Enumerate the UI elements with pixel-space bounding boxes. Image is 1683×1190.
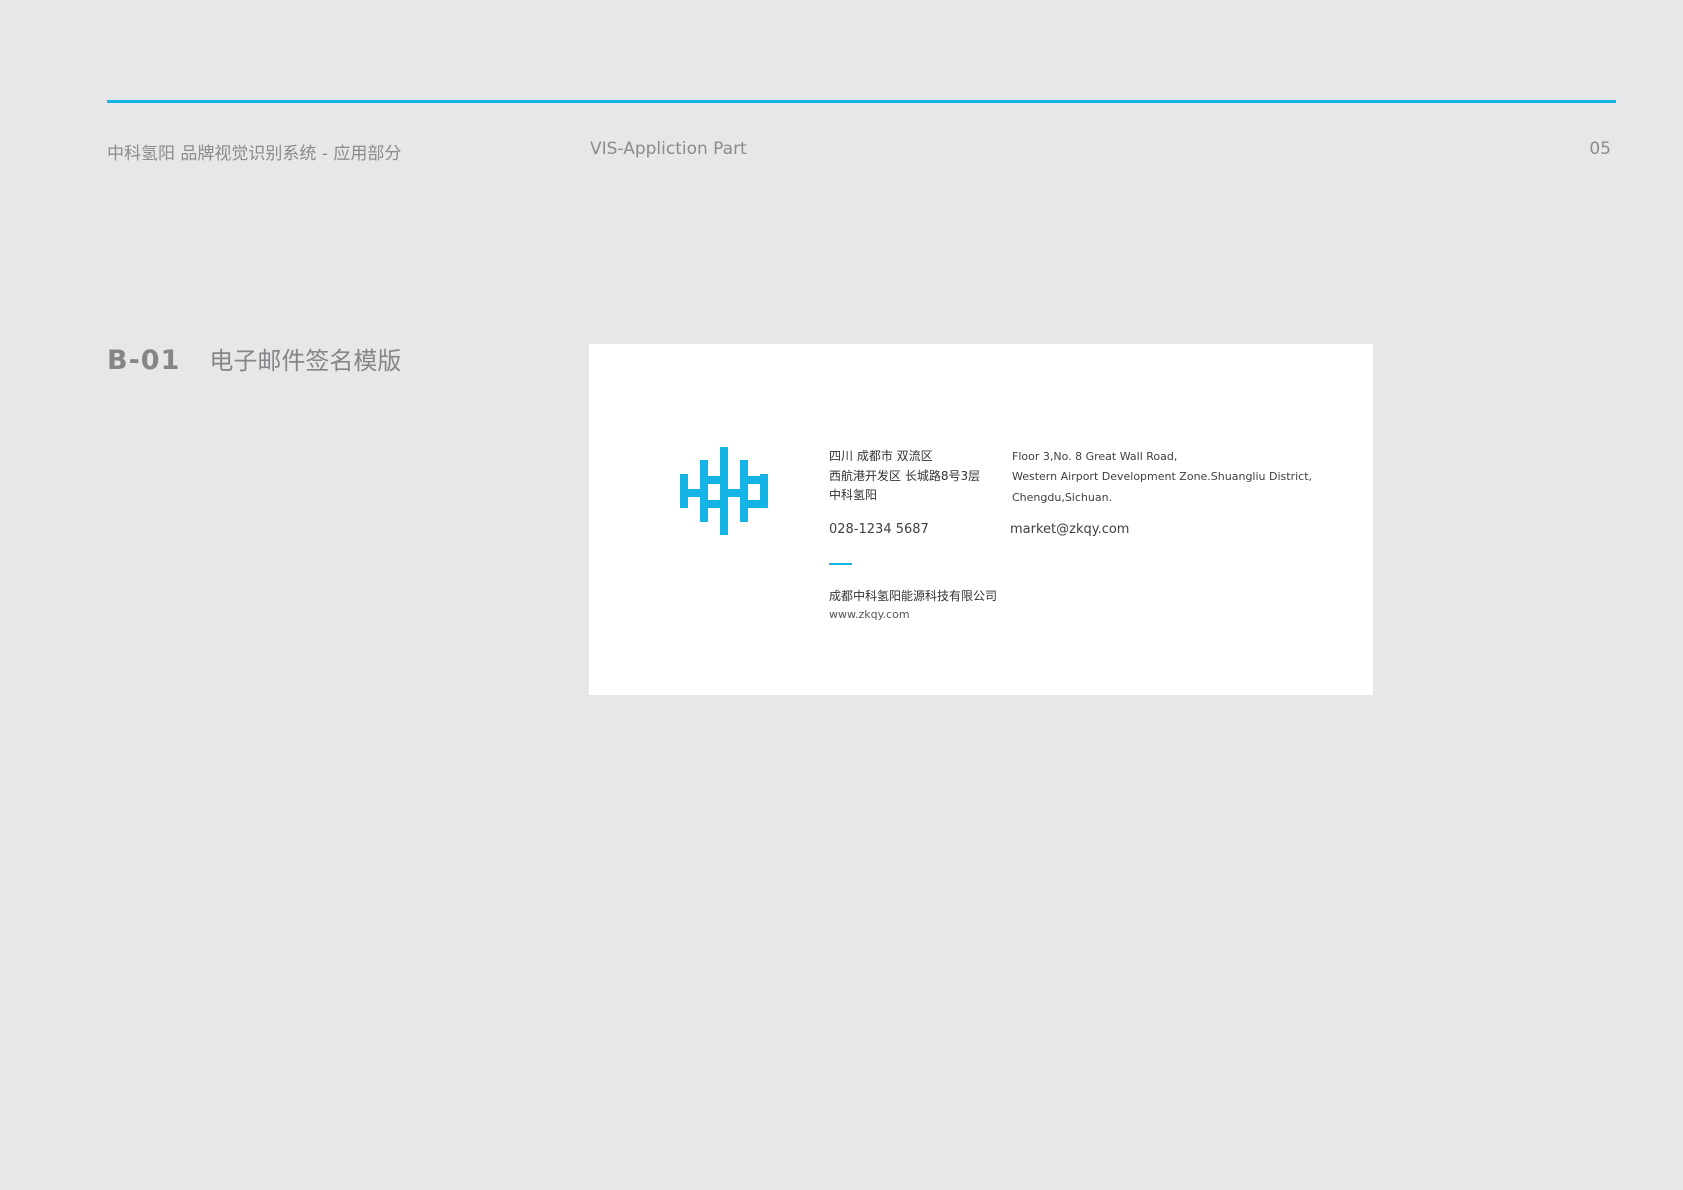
brand-logo-icon [680, 447, 768, 535]
chinese-address: 四川 成都市 双流区 西航港开发区 长城路8号3层 中科氢阳 [829, 447, 980, 506]
section-name: 电子邮件签名模版 [209, 347, 402, 375]
email-address[interactable]: market@zkqy.com [1010, 522, 1129, 537]
header-accent-rule [107, 100, 1616, 103]
section-title: B-01 电子邮件签名模版 [107, 341, 401, 376]
website-link[interactable]: www.zkqy.com [829, 608, 910, 621]
company-name: 成都中科氢阳能源科技有限公司 [829, 589, 998, 603]
english-address-line: Chengdu,Sichuan. [1012, 490, 1113, 504]
signature-divider [829, 563, 852, 565]
document-subtitle: VIS-Appliction Part [590, 139, 747, 159]
phone-number: 028-1234 5687 [829, 522, 929, 537]
section-code: B-01 [107, 345, 181, 376]
english-address: Floor 3,No. 8 Great Wall Road, Western A… [1012, 447, 1312, 508]
chinese-address-line: 四川 成都市 双流区 [829, 449, 933, 463]
english-address-line: Floor 3,No. 8 Great Wall Road, [1012, 450, 1178, 463]
chinese-address-line: 中科氢阳 [829, 488, 878, 502]
email-signature-card: 四川 成都市 双流区 西航港开发区 长城路8号3层 中科氢阳 Floor 3,N… [589, 344, 1373, 695]
document-title: 中科氢阳 品牌视觉识别系统 - 应用部分 [107, 144, 402, 164]
page-number: 05 [1589, 139, 1611, 159]
english-address-line: Western Airport Development Zone.Shuangl… [1012, 470, 1313, 484]
chinese-address-line: 西航港开发区 长城路8号3层 [829, 468, 981, 483]
